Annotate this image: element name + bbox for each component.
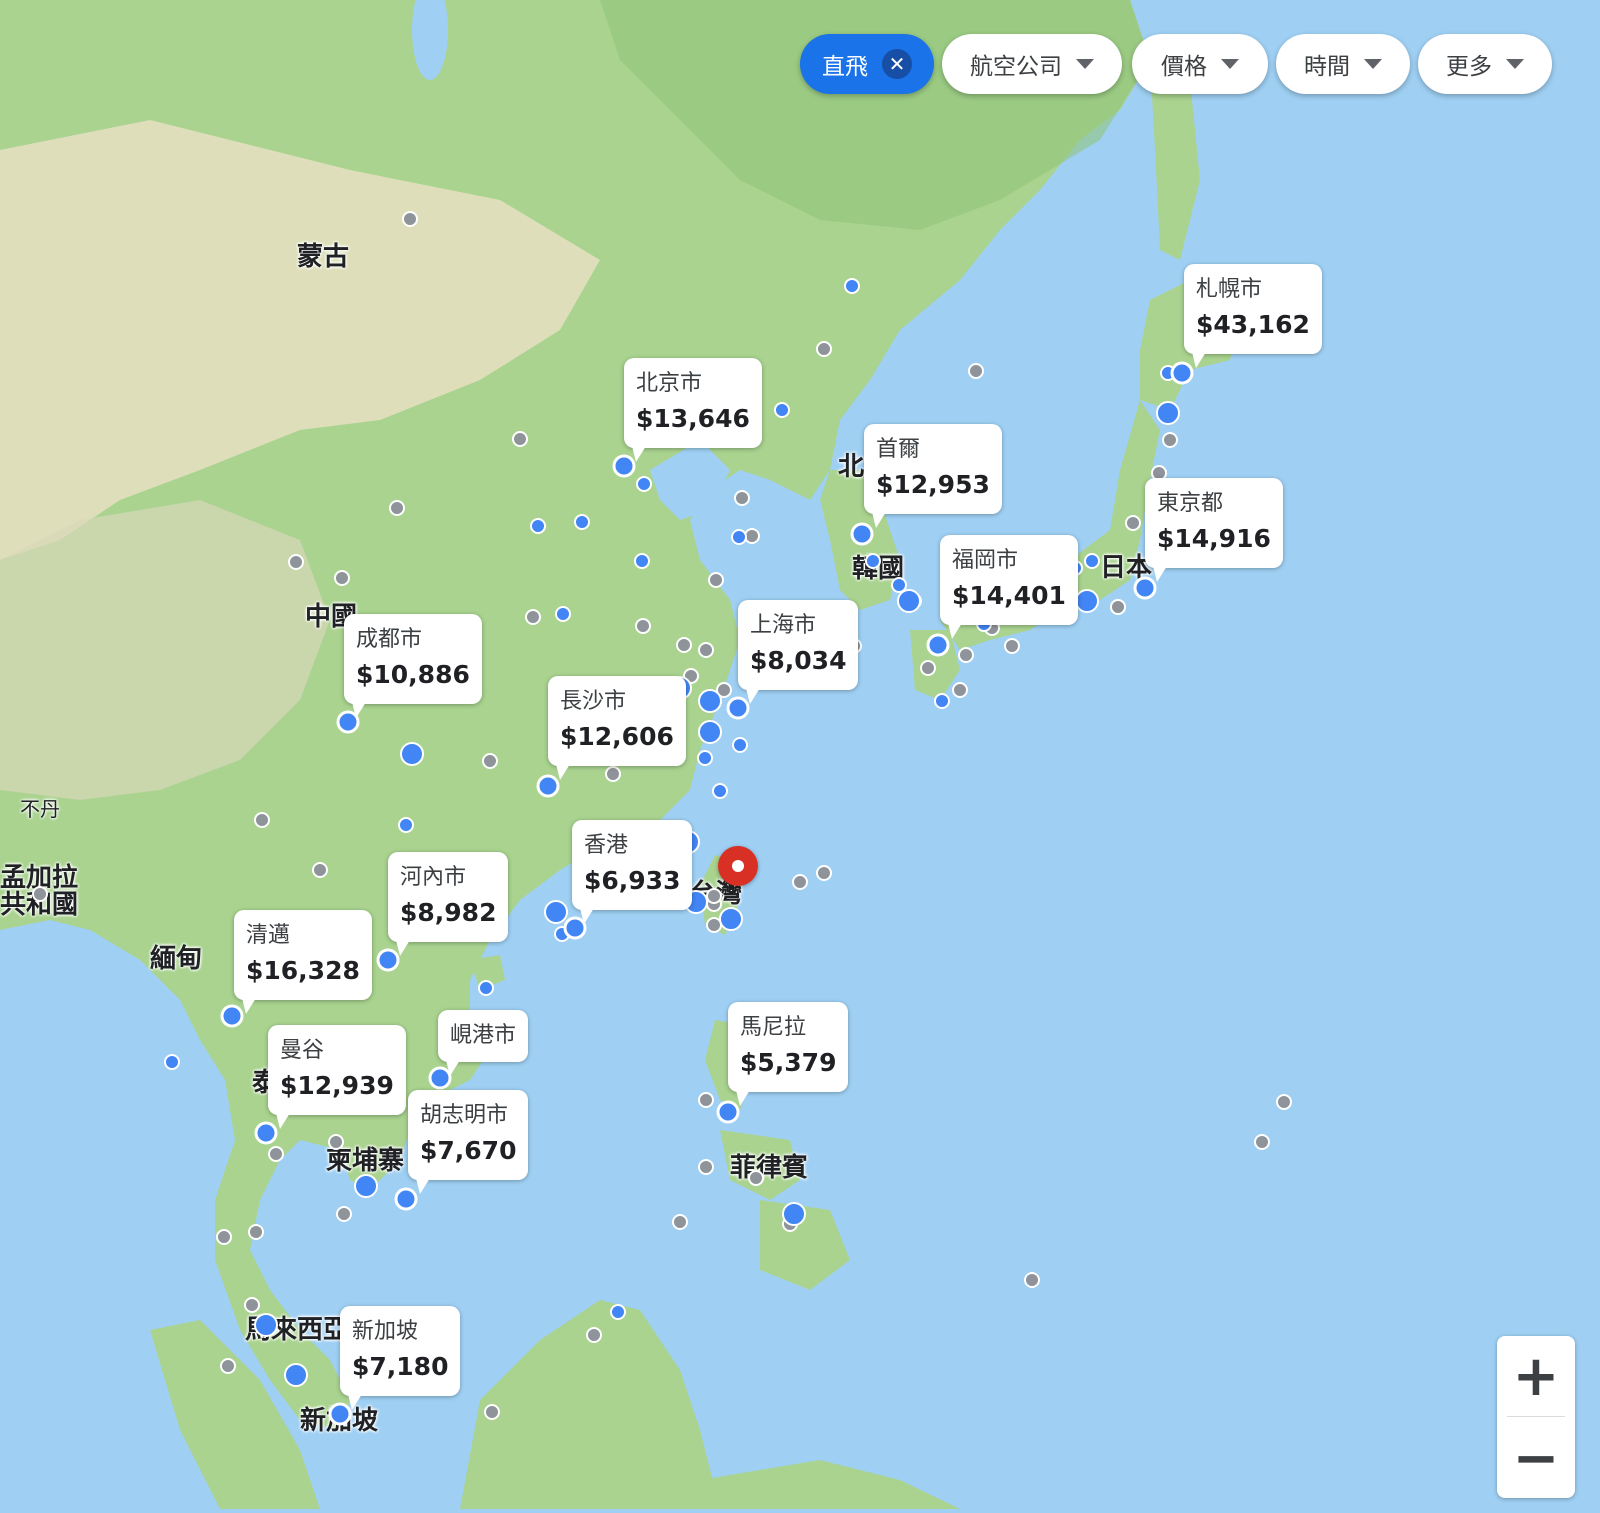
destination-card[interactable]: 札幌市 $43,162 [1184,264,1322,368]
chevron-down-icon [1221,59,1239,69]
destination-price: $16,328 [246,956,360,985]
place-label-myanmar: 緬甸 [150,944,203,974]
destination-city: 東京都 [1157,491,1224,516]
destination-price: $8,034 [750,646,847,675]
price-filter-label: 價格 [1161,54,1207,80]
place-label-malaysia: 馬來西亞 [245,1315,350,1345]
nonstop-filter-label: 直飛 [822,54,868,80]
destination-price: $43,162 [1196,310,1310,339]
destination-card[interactable]: 香港 $6,933 [572,820,693,924]
destination-city: 胡志明市 [420,1103,509,1128]
destination-card[interactable]: 新加坡 $7,180 [340,1306,461,1410]
destination-city: 新加坡 [352,1319,419,1344]
more-filter-label: 更多 [1446,54,1492,80]
airlines-filter-label: 航空公司 [970,54,1062,80]
destination-price: $13,646 [636,404,750,433]
nonstop-filter-chip[interactable]: 直飛 ✕ [800,34,934,94]
destination-city: 馬尼拉 [740,1015,807,1040]
clear-filter-icon[interactable]: ✕ [882,49,912,79]
destination-city: 福岡市 [952,548,1019,573]
price-filter-chip[interactable]: 價格 [1132,34,1268,94]
destination-city: 香港 [584,833,629,858]
destination-price: $12,939 [280,1071,394,1100]
destination-price: $12,606 [560,722,674,751]
destination-card[interactable]: 長沙市 $12,606 [548,676,686,780]
destination-price: $6,933 [584,866,681,895]
more-filter-chip[interactable]: 更多 [1418,34,1552,94]
destination-price: $7,670 [420,1136,517,1165]
place-label-cambodia: 柬埔寨 [326,1146,405,1176]
destination-card[interactable]: 馬尼拉 $5,379 [728,1002,849,1106]
destination-card[interactable]: 曼谷 $12,939 [268,1025,406,1129]
destination-price: $8,982 [400,898,497,927]
origin-marker[interactable] [718,846,758,886]
destination-price: $10,886 [356,660,470,689]
destination-city: 曼谷 [280,1038,325,1063]
zoom-out-button[interactable]: − [1497,1418,1575,1498]
chevron-down-icon [1076,59,1094,69]
place-label-singapore: 新加坡 [300,1406,379,1436]
zoom-control: + − [1497,1336,1575,1498]
destination-city: 上海市 [750,613,817,638]
place-label-philippines: 菲律賓 [730,1153,809,1183]
destination-price: $14,916 [1157,524,1271,553]
destination-city: 峴港市 [450,1023,517,1048]
times-filter-label: 時間 [1304,54,1350,80]
destination-price: $12,953 [876,470,990,499]
zoom-in-button[interactable]: + [1497,1336,1575,1416]
destination-price: $5,379 [740,1048,837,1077]
destination-card[interactable]: 福岡市 $14,401 [940,535,1078,639]
destination-card[interactable]: 首爾 $12,953 [864,424,1002,528]
chevron-down-icon [1506,59,1524,69]
destination-price: $7,180 [352,1352,449,1381]
place-label-korea: 韓國 [852,554,905,584]
destination-card[interactable]: 上海市 $8,034 [738,600,859,704]
chevron-down-icon [1364,59,1382,69]
destination-city: 河內市 [400,865,467,890]
times-filter-chip[interactable]: 時間 [1276,34,1410,94]
destination-city: 成都市 [356,627,423,652]
place-label-mongolia: 蒙古 [297,242,350,272]
place-label-bhutan: 不丹 [20,797,60,821]
destination-card[interactable]: 東京都 $14,916 [1145,478,1283,582]
origin-marker-dot [732,860,744,872]
map-canvas[interactable] [0,0,1600,1509]
airlines-filter-chip[interactable]: 航空公司 [942,34,1122,94]
map-terrain [0,0,1600,1509]
destination-city: 清邁 [246,923,291,948]
destination-card[interactable]: 胡志明市 $7,670 [408,1090,529,1194]
destination-price: $14,401 [952,581,1066,610]
destination-card[interactable]: 峴港市 [438,1010,529,1076]
place-label-north-korea: 北 [838,452,865,482]
destination-city: 長沙市 [560,689,627,714]
zoom-divider [1507,1416,1565,1417]
destination-card[interactable]: 河內市 $8,982 [388,852,509,956]
destination-city: 首爾 [876,437,921,462]
destination-city: 札幌市 [1196,277,1263,302]
destination-card[interactable]: 北京市 $13,646 [624,358,762,462]
destination-card[interactable]: 清邁 $16,328 [234,910,372,1014]
destination-city: 北京市 [636,371,703,396]
place-label-bangladesh-2: 共和國 [0,890,79,920]
destination-card[interactable]: 成都市 $10,886 [344,614,482,718]
